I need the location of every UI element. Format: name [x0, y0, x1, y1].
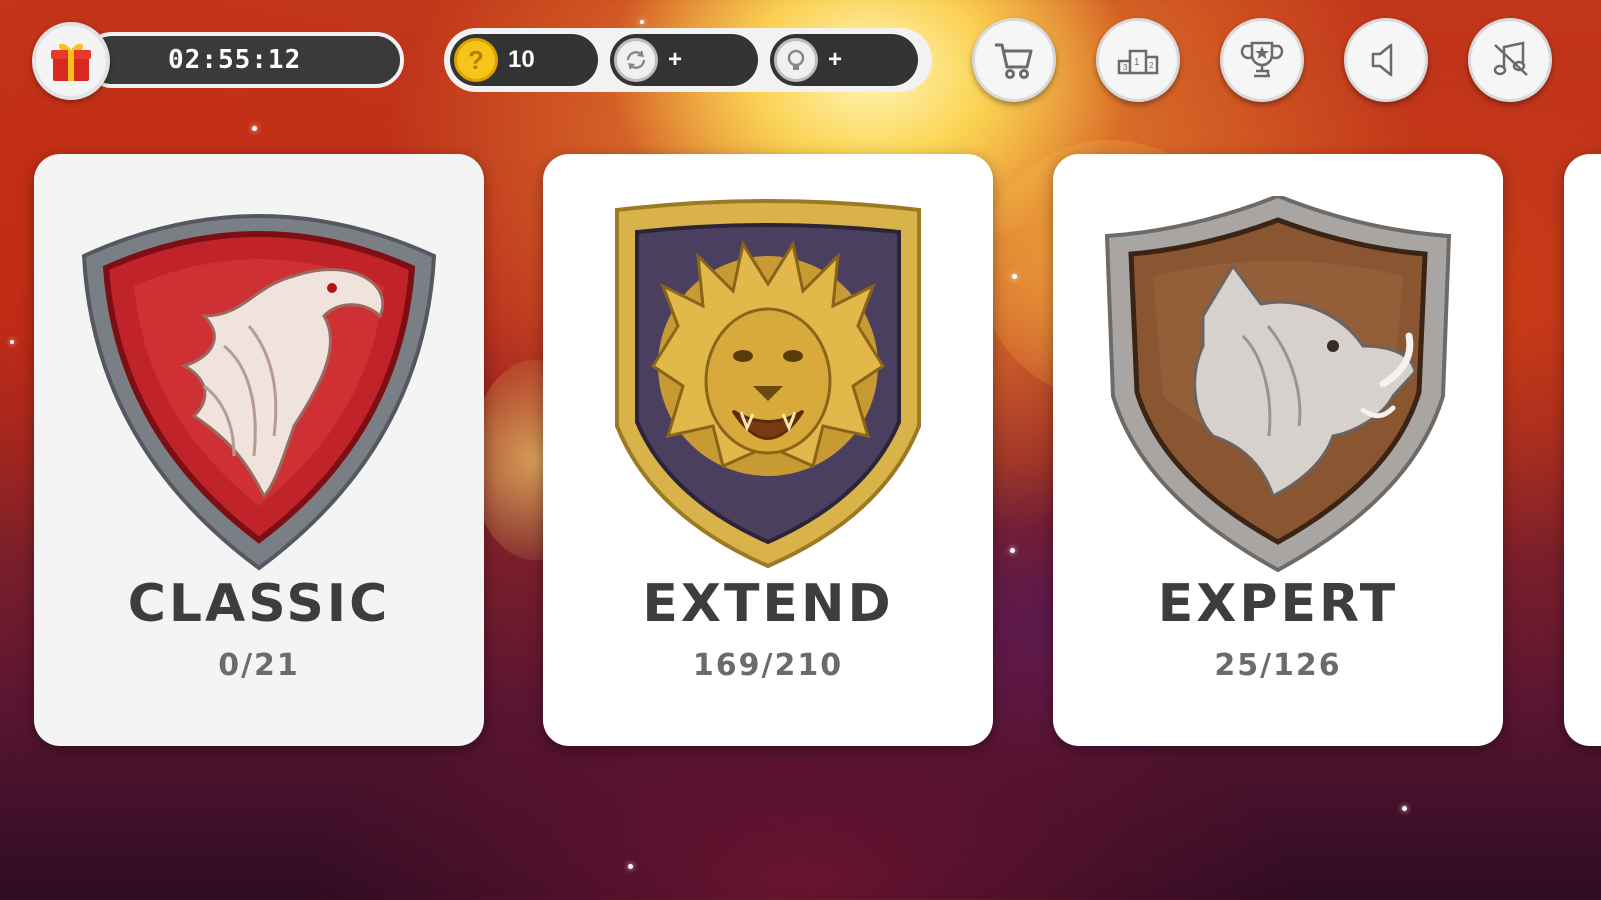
refresh-icon: [614, 38, 658, 82]
gift-icon: [51, 43, 91, 81]
mode-title: EXPERT: [1157, 574, 1399, 634]
refresh-counter[interactable]: +: [610, 34, 758, 86]
daily-gift-timer[interactable]: 02:55:12: [32, 22, 416, 100]
svg-text:2: 2: [1149, 61, 1154, 70]
mode-progress: 0/21: [218, 648, 300, 683]
shop-button[interactable]: [972, 18, 1056, 102]
sound-button[interactable]: [1344, 18, 1428, 102]
sparkle: [10, 340, 14, 344]
mode-title: EXTEND: [642, 574, 894, 634]
mode-progress: 25/126: [1214, 648, 1342, 683]
sparkle: [640, 20, 644, 24]
mode-card-next[interactable]: [1564, 154, 1601, 746]
coin-count: 10: [508, 46, 535, 73]
coin-icon: ?: [454, 38, 498, 82]
sparkle: [628, 864, 633, 869]
mode-card-expert[interactable]: EXPERT 25/126: [1053, 154, 1503, 746]
boar-shield-icon: [1093, 193, 1463, 576]
music-button[interactable]: [1468, 18, 1552, 102]
cart-icon: [995, 43, 1033, 79]
refresh-plus: +: [668, 46, 683, 73]
sparkle: [1402, 806, 1407, 811]
sparkle: [1012, 274, 1017, 279]
gift-button[interactable]: [32, 22, 110, 100]
sparkle: [1010, 548, 1015, 553]
hint-plus: +: [828, 46, 843, 73]
lightbulb-icon: [774, 38, 818, 82]
achievements-button[interactable]: [1220, 18, 1304, 102]
resource-bar: ? 10 + +: [444, 28, 932, 92]
svg-text:1: 1: [1134, 57, 1140, 68]
mode-card-extend[interactable]: EXTEND 169/210: [543, 154, 993, 746]
hint-counter[interactable]: +: [770, 34, 918, 86]
sparkle: [252, 126, 257, 131]
mode-title: CLASSIC: [127, 574, 391, 634]
eagle-shield-icon: [74, 196, 444, 576]
timer-text: 02:55:12: [84, 32, 404, 88]
trophy-icon: [1240, 41, 1284, 78]
coin-counter[interactable]: ? 10: [450, 34, 598, 86]
music-off-icon: [1493, 41, 1528, 76]
leaderboard-icon: 1 3 2: [1117, 49, 1159, 75]
svg-text:3: 3: [1123, 63, 1128, 72]
sound-icon: [1371, 43, 1393, 77]
leaderboard-button[interactable]: 1 3 2: [1096, 18, 1180, 102]
mode-progress: 169/210: [692, 648, 844, 683]
lion-shield-icon: [583, 196, 953, 576]
mode-card-classic[interactable]: CLASSIC 0/21: [34, 154, 484, 746]
